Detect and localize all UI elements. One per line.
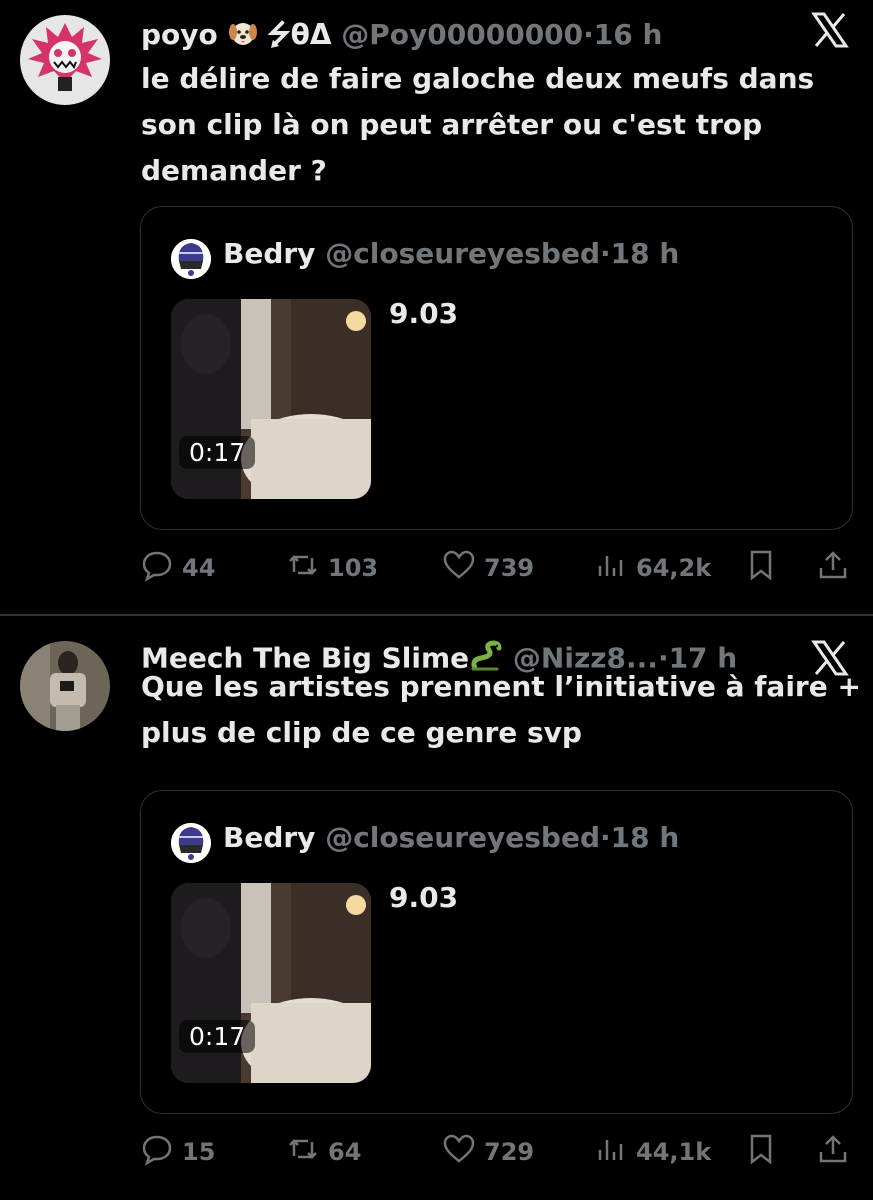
bookmark-icon: [744, 1132, 778, 1172]
action-bar: 15 64 729 44,1k: [140, 1132, 852, 1172]
bookmark-button[interactable]: [744, 1132, 778, 1172]
bookmark-button[interactable]: [744, 548, 778, 588]
video-thumbnail[interactable]: 0:17: [171, 299, 371, 499]
dog-face-icon: [228, 18, 258, 55]
reply-button[interactable]: 15: [140, 1132, 215, 1172]
reply-count: 44: [182, 554, 216, 582]
tweet[interactable]: poyo ⭍θΔ @Poy00000000·16 h le délire de …: [0, 0, 873, 614]
tweet-header: poyo ⭍θΔ @Poy00000000·16 h: [141, 14, 662, 62]
views-button[interactable]: 44,1k: [594, 1132, 711, 1172]
quote-header: Bedry @closeureyesbed·18 h: [223, 237, 679, 270]
handle[interactable]: @Poy00000000: [341, 18, 583, 51]
views-icon: [594, 548, 628, 588]
avatar[interactable]: [20, 641, 110, 731]
views-button[interactable]: 64,2k: [594, 548, 711, 588]
repost-icon: [286, 1132, 320, 1172]
reply-icon: [140, 548, 174, 588]
reply-icon: [140, 1132, 174, 1172]
display-name[interactable]: poyo: [141, 18, 218, 51]
quote-avatar[interactable]: [171, 239, 211, 279]
repost-button[interactable]: 103: [286, 548, 378, 588]
quote-handle[interactable]: @closeureyesbed: [325, 237, 600, 270]
views-count: 44,1k: [636, 1138, 712, 1166]
like-icon: [442, 1132, 476, 1172]
share-icon: [816, 1132, 850, 1172]
like-count: 729: [484, 1138, 535, 1166]
quote-header: Bedry @closeureyesbed·18 h: [223, 821, 679, 854]
name-suffix: ⭍θΔ: [267, 18, 332, 51]
repost-button[interactable]: 64: [286, 1132, 361, 1172]
views-icon: [594, 1132, 628, 1172]
share-icon: [816, 548, 850, 588]
video-duration: 0:17: [179, 1020, 256, 1053]
avatar[interactable]: [20, 15, 110, 105]
tweet-text: le délire de faire galoche deux meufs da…: [141, 62, 815, 187]
like-icon: [442, 548, 476, 588]
repost-count: 64: [328, 1138, 362, 1166]
action-bar: 44 103 739 64,2k: [140, 548, 852, 588]
reply-button[interactable]: 44: [140, 548, 215, 588]
views-count: 64,2k: [636, 554, 712, 582]
separator-dot: ·: [600, 821, 611, 854]
timestamp[interactable]: 16 h: [594, 18, 663, 51]
quote-text: 9.03: [389, 297, 459, 330]
bookmark-icon: [744, 548, 778, 588]
separator-dot: ·: [583, 18, 594, 51]
quote-timestamp[interactable]: 18 h: [611, 821, 680, 854]
quote-display-name[interactable]: Bedry: [223, 237, 315, 270]
repost-count: 103: [328, 554, 379, 582]
quoted-tweet[interactable]: Bedry @closeureyesbed·18 h 0:17 9.03: [140, 790, 853, 1114]
quote-display-name[interactable]: Bedry: [223, 821, 315, 854]
share-button[interactable]: [816, 1132, 850, 1172]
quote-handle[interactable]: @closeureyesbed: [325, 821, 600, 854]
quoted-tweet[interactable]: Bedry @closeureyesbed·18 h 0:17 9.03: [140, 206, 853, 530]
tweet[interactable]: Meech The Big Slime @Nizz8...·17 h Que l…: [0, 616, 873, 1200]
quote-text: 9.03: [389, 881, 459, 914]
like-button[interactable]: 739: [442, 548, 534, 588]
x-logo-icon[interactable]: [808, 10, 852, 50]
video-duration: 0:17: [179, 436, 256, 469]
tweet-text: Que les artistes prennent l’initiative à…: [141, 670, 861, 749]
repost-icon: [286, 548, 320, 588]
like-count: 739: [484, 554, 535, 582]
reply-count: 15: [182, 1138, 216, 1166]
share-button[interactable]: [816, 548, 850, 588]
separator-dot: ·: [600, 237, 611, 270]
like-button[interactable]: 729: [442, 1132, 534, 1172]
video-thumbnail[interactable]: 0:17: [171, 883, 371, 1083]
quote-timestamp[interactable]: 18 h: [611, 237, 680, 270]
quote-avatar[interactable]: [171, 823, 211, 863]
